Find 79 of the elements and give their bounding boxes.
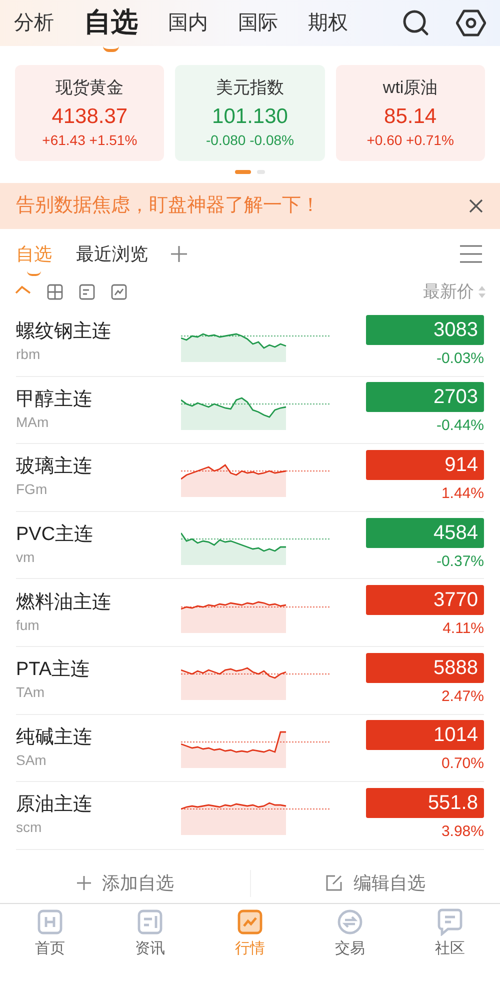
quote-row[interactable]: 燃料油主连 fum 3770 4.11% [16, 579, 484, 647]
home-icon [36, 908, 64, 936]
index-name: 现货黄金 [56, 77, 124, 99]
add-watchlist-button[interactable]: 添加自选 [0, 870, 250, 897]
index-name: wti原油 [382, 77, 438, 99]
add-icon[interactable] [170, 245, 188, 263]
change-percent: 0.70% [441, 754, 484, 774]
edit-icon [325, 874, 344, 892]
news-icon [136, 908, 164, 936]
menu-icon[interactable] [460, 244, 482, 264]
contract-code: FGm [16, 480, 48, 500]
contract-name: PTA主连 [16, 658, 91, 682]
contract-name: 燃料油主连 [16, 590, 112, 615]
contract-name: 甲醇主连 [16, 388, 93, 412]
change-percent: 3.98% [441, 822, 484, 842]
change-percent: 2.47% [441, 686, 484, 707]
change-percent: -0.03% [436, 348, 484, 369]
nav-tab[interactable]: 首页 [0, 908, 100, 960]
change-percent: -0.44% [436, 416, 484, 436]
index-name: 美元指数 [216, 77, 284, 99]
contract-name: 螺纹钢主连 [16, 320, 112, 344]
nav-tab[interactable]: 交易 [300, 908, 400, 960]
price-badge: 5888 [366, 652, 484, 683]
close-icon[interactable] [468, 198, 484, 214]
quote-row[interactable]: PVC主连 vm 4584 -0.37% [16, 512, 484, 580]
contract-code: MAm [16, 412, 50, 432]
price-badge: 3083 [366, 314, 484, 345]
grid-icon[interactable] [46, 283, 64, 301]
top-tab[interactable]: 国内 [168, 8, 208, 38]
change-percent: -0.37% [436, 552, 484, 572]
contract-code: rbm [16, 345, 42, 364]
list-tab[interactable]: 最近浏览 [76, 232, 148, 276]
list-card-icon[interactable] [78, 283, 96, 301]
price-badge: 4584 [366, 518, 484, 548]
quote-row[interactable]: 原油主连 scm 551.8 3.98% [16, 782, 484, 850]
price-badge: 1014 [366, 720, 484, 750]
index-price: 85.14 [384, 104, 437, 130]
change-percent: 1.44% [441, 484, 484, 504]
quote-row[interactable]: PTA主连 TAm 5888 2.47% [16, 646, 484, 715]
quote-row[interactable]: 甲醇主连 MAm 2703 -0.44% [16, 376, 484, 444]
exchange-icon [336, 908, 364, 936]
plus-icon [76, 875, 92, 892]
index-card[interactable]: wti原油 85.14 +0.60 +0.71% [336, 65, 485, 161]
quote-row[interactable]: 玻璃主连 FGm 914 1.44% [16, 444, 484, 512]
contract-name: 纯碱主连 [16, 726, 93, 750]
contract-code: fum [16, 616, 40, 635]
contract-code: vm [16, 548, 36, 568]
chat-bubble-icon [436, 908, 464, 936]
index-price: 101.130 [212, 104, 288, 130]
price-badge: 914 [366, 450, 484, 480]
contract-code: scm [16, 818, 43, 838]
search-icon[interactable] [402, 9, 430, 37]
change-percent: 4.11% [442, 619, 484, 640]
top-tab[interactable]: 期权 [308, 8, 348, 38]
index-change: +61.43 +1.51% [42, 131, 138, 149]
edit-watchlist-button[interactable]: 编辑自选 [250, 870, 500, 897]
index-price: 4138.37 [52, 104, 128, 130]
nav-tab[interactable]: 资讯 [100, 908, 200, 960]
quote-row[interactable]: 纯碱主连 SAm 1014 0.70% [16, 714, 484, 782]
line-chart-icon[interactable] [110, 283, 128, 301]
index-card[interactable]: 美元指数 101.130 -0.080 -0.08% [175, 65, 325, 161]
settings-icon[interactable] [456, 9, 486, 37]
contract-name: 原油主连 [16, 793, 93, 818]
contract-name: PVC主连 [16, 523, 94, 548]
nav-tab[interactable]: 社区 [400, 908, 500, 960]
contract-name: 玻璃主连 [16, 455, 93, 480]
market-chart-icon [236, 908, 264, 936]
index-change: +0.60 +0.71% [366, 131, 454, 149]
top-tab[interactable]: 分析 [14, 8, 54, 38]
top-tab[interactable]: 自选 [84, 0, 138, 52]
index-change: -0.080 -0.08% [206, 131, 294, 149]
price-badge: 551.8 [366, 788, 484, 818]
price-badge: 2703 [366, 382, 484, 412]
contract-code: TAm [16, 683, 46, 702]
contract-code: SAm [16, 750, 48, 770]
quote-row[interactable]: 螺纹钢主连 rbm 3083 -0.03% [16, 309, 484, 377]
index-card[interactable]: 现货黄金 4138.37 +61.43 +1.51% [15, 65, 164, 161]
top-tab[interactable]: 国际 [238, 8, 278, 38]
price-badge: 3770 [366, 585, 484, 616]
